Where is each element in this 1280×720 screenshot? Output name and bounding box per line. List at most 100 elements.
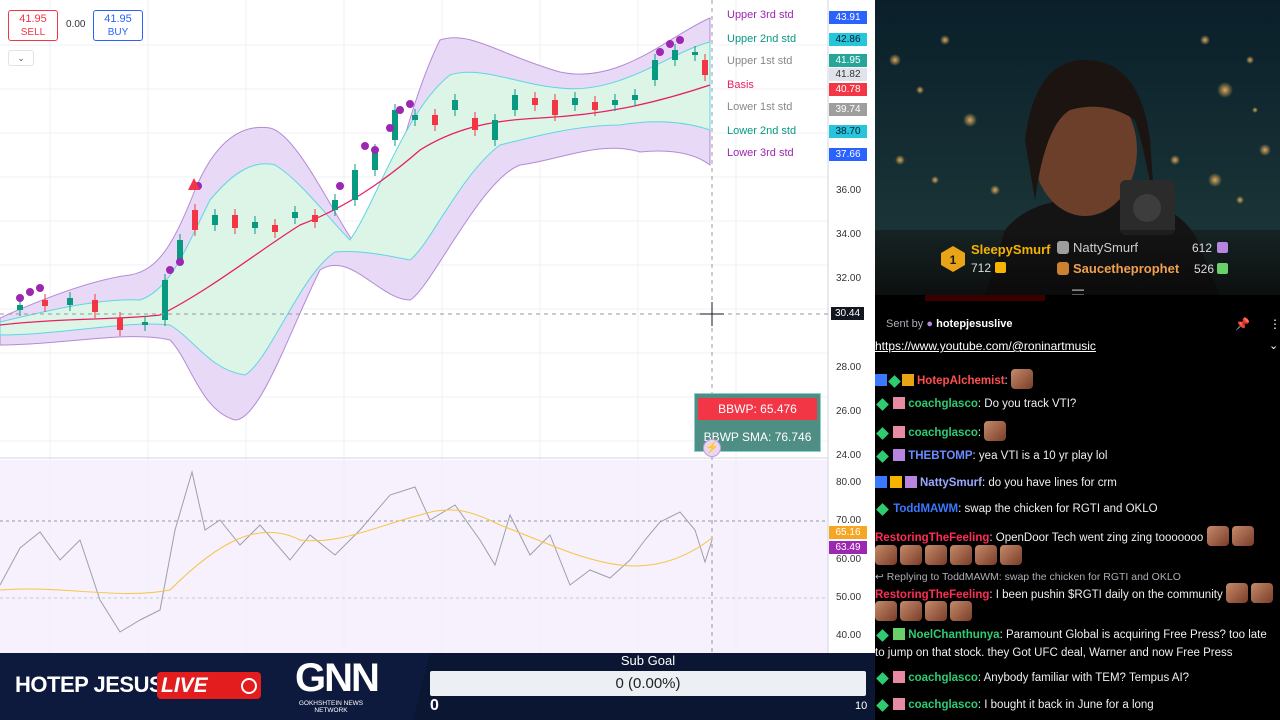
verified-badge-icon: [888, 375, 901, 388]
chat-scrolled-line: [925, 295, 1045, 301]
chat-username[interactable]: coachglasco: [908, 398, 978, 410]
chat-message[interactable]: NoelChanthunya: Paramount Global is acqu…: [875, 626, 1280, 644]
signal-dot: [371, 146, 379, 154]
emote-image: [925, 601, 947, 621]
sub-goal-min: 0: [430, 697, 439, 714]
mod-badge-icon: [875, 374, 887, 386]
chat-message[interactable]: ToddMAWM: swap the chicken for RGTI and …: [875, 500, 1280, 518]
emote-image: [975, 545, 997, 565]
chat-username[interactable]: HotepAlchemist: [917, 375, 1005, 387]
buy-label: BUY: [107, 27, 129, 38]
sub-goal-title: Sub Goal: [620, 653, 676, 668]
collapse-button[interactable]: ⌄: [8, 50, 34, 66]
more-options-icon[interactable]: ⋮: [1269, 317, 1280, 331]
chat-message[interactable]: HotepAlchemist:: [875, 369, 1280, 390]
chat-text: do you have lines for crm: [988, 477, 1117, 489]
chat-username[interactable]: RestoringTheFeeling: [875, 532, 989, 544]
candle-body: [272, 225, 278, 232]
band-label-basis: Basis: [727, 79, 754, 91]
sell-button[interactable]: 41.95 SELL: [8, 10, 58, 41]
chevron-down-icon[interactable]: ⌄: [1269, 339, 1278, 352]
signal-dot: [361, 142, 369, 150]
spread-value: 0.00: [66, 19, 86, 30]
pinned-prefix: Sent by: [886, 318, 924, 330]
candle-body: [592, 102, 598, 110]
trading-chart[interactable]: 41.95 SELL 0.00 41.95 BUY ⌄ Upper 3rd st…: [0, 0, 875, 655]
chat-message[interactable]: coachglasco: I bought it back in June fo…: [875, 696, 1280, 714]
candle-body: [192, 210, 198, 230]
pinned-sender: Sent by ● hotepjesuslive: [886, 318, 1013, 330]
gift-icon: [1217, 263, 1228, 274]
candle-body: [632, 95, 638, 100]
osc-axis-label: 80.00: [836, 477, 862, 488]
verified-badge-icon: [876, 398, 889, 411]
gift-badge-icon: [905, 476, 917, 488]
sub-badge-icon: [893, 698, 906, 710]
chat-message[interactable]: coachglasco: Do you track VTI?: [875, 395, 1280, 413]
sell-label: SELL: [20, 27, 46, 38]
emote-image: [1225, 583, 1248, 603]
emote-image: [900, 545, 922, 565]
bokeh-light: [1246, 56, 1254, 64]
bokeh-light: [1236, 196, 1244, 204]
chat-message[interactable]: coachglasco: Anybody familiar with TEM? …: [875, 669, 1280, 687]
pinned-username[interactable]: hotepjesuslive: [936, 318, 1012, 330]
leader-3-count: 526: [1194, 262, 1215, 276]
stream-screen: 41.95 SELL 0.00 41.95 BUY ⌄ Upper 3rd st…: [0, 0, 1280, 720]
leader-3-name: Saucetheprophet: [1073, 261, 1180, 276]
emote-image: [875, 601, 897, 621]
crosshair-price-label: 30.44: [831, 307, 865, 320]
mod-badge-icon: [875, 476, 887, 488]
sub-badge-icon: [893, 628, 906, 640]
candle-body: [552, 100, 558, 115]
chat-message[interactable]: coachglasco:: [875, 421, 1280, 442]
sub-badge-icon: [893, 449, 906, 461]
candle-body: [92, 300, 98, 312]
pinned-link[interactable]: https://www.youtube.com/@roninartmusic: [875, 339, 1096, 353]
emote-image: [984, 421, 1007, 441]
chat-username[interactable]: THEBTOMP: [908, 450, 972, 462]
chat-text: Do you track VTI?: [984, 398, 1077, 410]
osc-tag-sma: 65.16: [829, 526, 867, 539]
bokeh-light: [963, 113, 977, 127]
chat-username[interactable]: NoelChanthunya: [908, 629, 999, 641]
bokeh-light: [940, 35, 950, 45]
verified-badge-icon: [876, 427, 889, 440]
chat-username[interactable]: coachglasco: [908, 427, 978, 439]
price-tag-upper-1: 41.95: [829, 54, 867, 67]
pinned-message[interactable]: Sent by ● hotepjesuslive https://www.you…: [875, 313, 1280, 363]
chat-username[interactable]: NattySmurf: [920, 477, 982, 489]
chat-message[interactable]: NattySmurf: do you have lines for crm: [875, 474, 1280, 492]
signal-dot: [36, 284, 44, 292]
gift-badge-icon: [902, 374, 914, 386]
chat-username[interactable]: ToddMAWM: [893, 503, 958, 515]
signal-dot: [26, 288, 34, 296]
verified-badge-icon: [876, 629, 889, 642]
pin-icon[interactable]: 📌: [1235, 317, 1250, 331]
bokeh-light: [1208, 173, 1222, 187]
candle-body: [252, 222, 258, 228]
chat-panel[interactable]: Sent by ● hotepjesuslive https://www.you…: [875, 295, 1280, 720]
chat-username[interactable]: RestoringTheFeeling: [875, 589, 989, 601]
lightning-icon[interactable]: ⚡: [703, 439, 721, 457]
candle-body: [612, 100, 618, 105]
chat-username[interactable]: coachglasco: [908, 672, 978, 684]
candle-body: [532, 98, 538, 105]
verified-badge-icon: [876, 503, 889, 516]
chat-message[interactable]: THEBTOMP: yea VTI is a 10 yr play lol: [875, 447, 1280, 465]
chat-username[interactable]: coachglasco: [908, 699, 978, 711]
emote-image: [1206, 526, 1229, 546]
candle-body: [672, 50, 678, 60]
buy-button[interactable]: 41.95 BUY: [93, 10, 143, 41]
emote-image: [1000, 545, 1022, 565]
sell-price: 41.95: [19, 13, 47, 25]
network-subtitle: GOKHSHTEIN NEWS NETWORK: [298, 700, 364, 714]
price-tag-basis: 40.78: [829, 83, 867, 96]
candle-body: [512, 95, 518, 110]
verified-badge-icon: [876, 450, 889, 463]
candle-body: [412, 115, 418, 120]
price-chart-canvas[interactable]: [0, 0, 875, 655]
emote-image: [875, 545, 897, 565]
chat-text: I bought it back in June for a long: [984, 699, 1154, 711]
chat-message[interactable]: RestoringTheFeeling: OpenDoor Tech went …: [875, 526, 1280, 547]
